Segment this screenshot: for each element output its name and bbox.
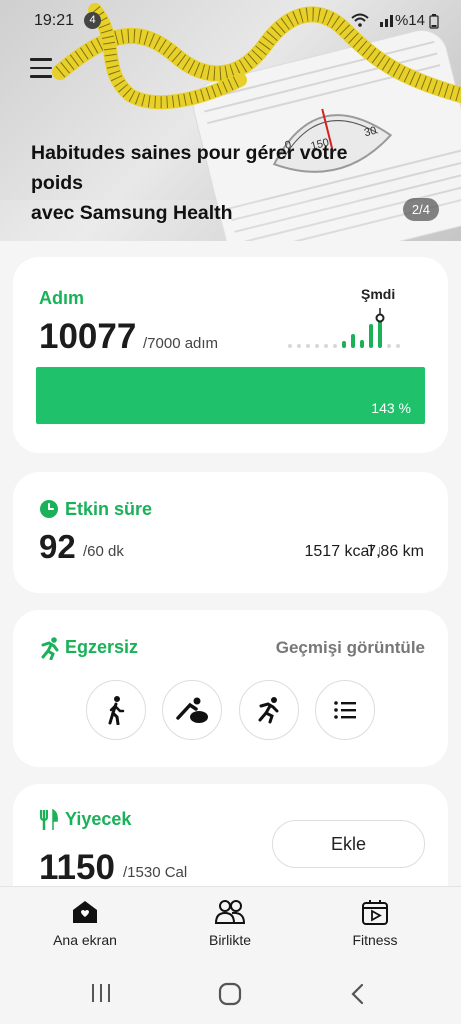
- fork-knife-icon: [40, 809, 58, 830]
- fitness-video-icon: [362, 900, 388, 925]
- hamburger-menu-icon[interactable]: [30, 58, 52, 78]
- steps-percent: 143 %: [371, 400, 411, 416]
- clock-icon: [40, 500, 58, 518]
- nav-fitness[interactable]: Fitness: [315, 897, 435, 948]
- now-label: Şmdi: [361, 286, 396, 302]
- steps-goal: /7000 adım: [143, 335, 219, 352]
- active-distance: 7,86 km: [367, 543, 424, 560]
- running-icon: [41, 637, 59, 660]
- add-food-button[interactable]: Ekle: [272, 820, 425, 868]
- nav-fitness-label: Fitness: [352, 932, 398, 948]
- steps-progress-bar: 143 %: [36, 367, 425, 424]
- status-bar: 19:21 4 %14: [0, 0, 461, 42]
- active-time-goal: /60 dk: [83, 543, 124, 560]
- running-button[interactable]: [239, 680, 299, 740]
- banner-title: Habitudes saines pour gérer votre poids …: [31, 142, 348, 224]
- nav-together-label: Birlikte: [208, 932, 251, 948]
- view-history-link[interactable]: Geçmişi görüntüle: [276, 638, 425, 658]
- running-icon: [258, 697, 279, 724]
- signal-icon: [380, 15, 393, 27]
- yoga-icon: [176, 697, 208, 723]
- nav-home-label: Ana ekran: [53, 932, 117, 948]
- food-goal: /1530 Cal: [123, 864, 188, 881]
- active-time-value: 92: [39, 528, 76, 565]
- active-time-title: Etkin süre: [65, 499, 153, 519]
- exercise-card[interactable]: Egzersiz Geçmişi görüntüle: [13, 610, 448, 767]
- steps-progress-fill: [36, 367, 425, 424]
- exercise-list-button[interactable]: [315, 680, 375, 740]
- people-icon: [214, 900, 246, 924]
- notification-count-badge: 4: [84, 12, 101, 29]
- hero-banner[interactable]: 0 150 30 19:21 4 %14 Habitudes saines po…: [0, 0, 461, 241]
- back-button[interactable]: [348, 982, 368, 1011]
- home-icon: [73, 901, 97, 923]
- bottom-navigation: Ana ekran Birlikte Fitness: [0, 886, 461, 962]
- banner-page-indicator: 2/4: [402, 198, 439, 221]
- steps-card[interactable]: Adım 10077 /7000 adım Şmdi 143 %: [13, 257, 448, 453]
- nav-home[interactable]: Ana ekran: [25, 897, 145, 948]
- active-calories: 1517 kcal: [304, 543, 374, 560]
- hourly-steps-chart: [288, 308, 400, 348]
- nav-together[interactable]: Birlikte: [170, 897, 290, 948]
- status-time: 19:21: [34, 12, 75, 29]
- dashboard-content[interactable]: Adım 10077 /7000 adım Şmdi 143 % Etkin s…: [0, 241, 461, 886]
- home-circle-icon: [218, 982, 242, 1006]
- yoga-button[interactable]: [162, 680, 222, 740]
- food-title: Yiyecek: [65, 809, 132, 829]
- list-icon: [334, 701, 356, 719]
- walking-button[interactable]: [86, 680, 146, 740]
- back-icon: [351, 983, 364, 1005]
- walking-icon: [108, 696, 125, 725]
- exercise-title: Egzersiz: [65, 637, 139, 657]
- battery-icon: [429, 14, 439, 29]
- active-time-card[interactable]: Etkin süre 92 /60 dk 1517 kcal 7,86 km: [13, 472, 448, 593]
- system-navigation-bar: [0, 962, 461, 1024]
- recent-apps-icon: [92, 984, 110, 1002]
- battery-text: %14: [394, 12, 425, 29]
- wifi-icon: [351, 13, 369, 27]
- food-value: 1150: [39, 848, 115, 886]
- food-card[interactable]: Yiyecek Ekle 1150 /1530 Cal: [13, 784, 448, 886]
- recent-apps-button[interactable]: [90, 982, 112, 1009]
- steps-title: Adım: [39, 288, 84, 308]
- home-button[interactable]: [218, 982, 242, 1011]
- steps-value: 10077: [39, 317, 137, 356]
